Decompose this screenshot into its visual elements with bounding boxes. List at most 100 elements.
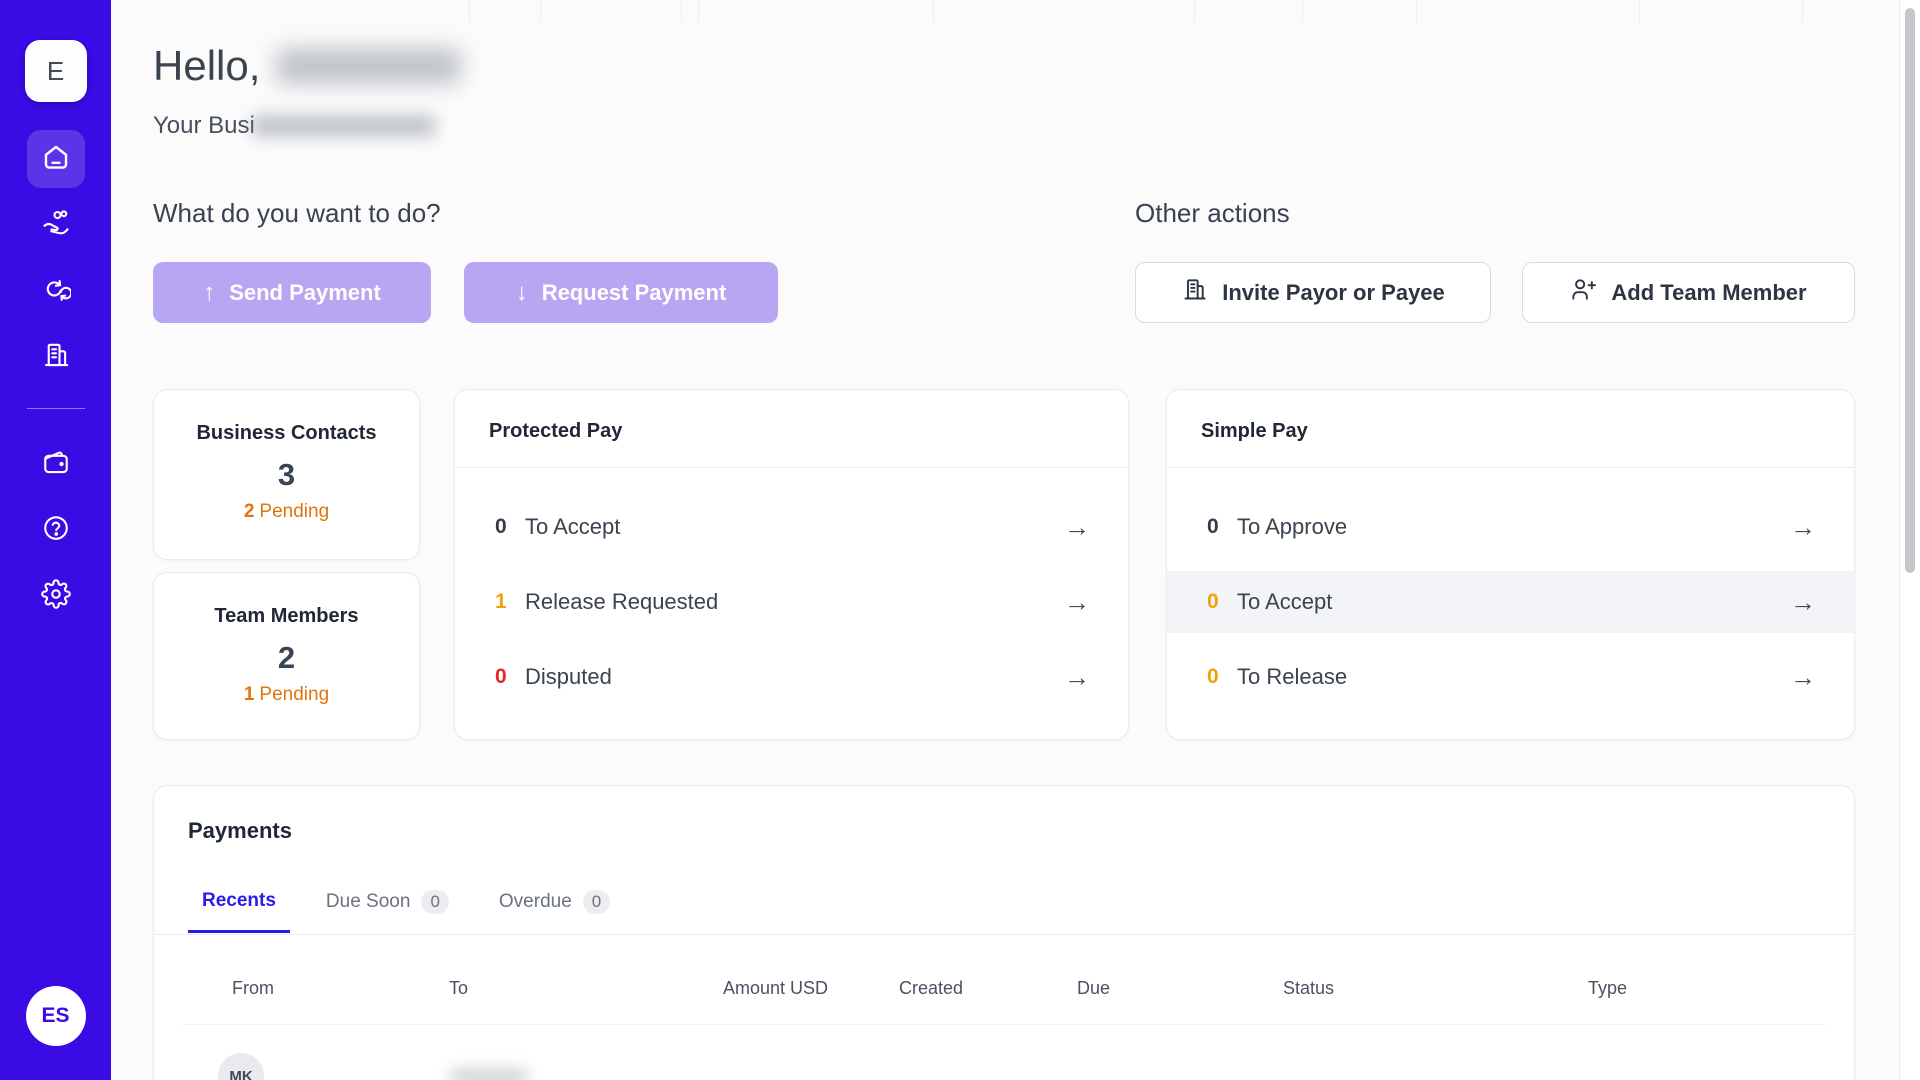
payments-title: Payments [188,818,292,844]
redacted-user-name [276,48,461,84]
row-count: 0 [495,665,525,689]
payments-tabbar: Recents Due Soon 0 Overdue 0 [154,886,1854,935]
sidebar-divider [27,408,85,409]
tab-label: Overdue [499,891,572,913]
simple-pay-card: Simple Pay 0 To Approve → 0 To Accept → … [1166,389,1855,740]
scrollbar-thumb[interactable] [1905,8,1915,573]
help-icon [41,513,71,548]
row-count: 0 [1207,665,1237,689]
simple-pay-row-to-approve[interactable]: 0 To Approve → [1167,496,1854,558]
payment-row-avatar[interactable]: MK [218,1053,264,1080]
arrow-right-icon: → [1790,662,1816,693]
user-avatar[interactable]: ES [26,986,86,1046]
sidebar-item-home[interactable] [27,130,85,188]
top-tick [933,0,934,22]
simple-pay-title: Simple Pay [1167,390,1854,443]
sidebar-item-send-money[interactable] [27,196,85,254]
column-header-to: To [449,978,468,999]
add-team-member-button[interactable]: Add Team Member [1522,262,1855,323]
protected-pay-row-to-accept[interactable]: 0 To Accept → [455,496,1128,558]
team-members-value: 2 [278,640,295,676]
redacted-payment-cell [450,1068,528,1080]
tab-badge: 0 [421,890,448,914]
column-header-type: Type [1588,978,1627,999]
dashboard-page: E [0,0,1920,1080]
row-count: 0 [1207,590,1237,614]
card-divider [455,467,1128,468]
wallet-icon [41,447,71,482]
greeting-text: Hello, [153,42,260,90]
sidebar-item-recurring[interactable] [27,262,85,320]
building-icon [41,340,71,375]
arrow-up-icon: ↑ [203,279,215,307]
business-subtitle-text: Your Busi [153,112,255,140]
column-header-from: From [232,978,274,999]
pending-count: 1 [244,684,255,705]
scrollbar-track[interactable] [1899,0,1920,1080]
protected-pay-row-release-requested[interactable]: 1 Release Requested → [455,571,1128,633]
business-contacts-pending: 2Pending [244,501,329,523]
column-header-status: Status [1283,978,1334,999]
request-payment-label: Request Payment [542,280,727,306]
team-members-card[interactable]: Team Members 2 1Pending [153,572,420,740]
sidebar-nav [27,126,85,390]
arrow-right-icon: → [1790,512,1816,543]
arrow-right-icon: → [1064,662,1090,693]
quick-actions-heading: What do you want to do? [153,198,441,229]
protected-pay-card: Protected Pay 0 To Accept → 1 Release Re… [454,389,1129,740]
sidebar-item-settings[interactable] [27,567,85,625]
send-payment-label: Send Payment [229,280,381,306]
tab-due-soon[interactable]: Due Soon 0 [312,886,463,935]
column-header-amount: Amount USD [723,978,828,999]
business-contacts-title: Business Contacts [196,422,376,445]
home-icon [41,142,71,177]
top-tick [681,0,682,22]
row-label: To Accept [525,514,620,540]
top-tick [469,0,470,22]
payments-card: Payments Recents Due Soon 0 Overdue 0 Fr… [153,785,1855,1080]
recurring-payments-icon [41,274,71,309]
settings-gear-icon [41,579,71,614]
sidebar: E [0,0,111,1080]
row-label: To Accept [1237,589,1332,615]
redacted-business-name [251,115,436,137]
tab-recents[interactable]: Recents [188,886,290,933]
protected-pay-row-disputed[interactable]: 0 Disputed → [455,646,1128,708]
invite-payor-payee-label: Invite Payor or Payee [1222,280,1445,306]
pending-count: 2 [244,501,255,522]
column-header-created: Created [899,978,963,999]
other-actions-heading: Other actions [1135,198,1290,229]
building-icon [1181,276,1208,309]
sidebar-item-company[interactable] [27,328,85,386]
simple-pay-row-to-release[interactable]: 0 To Release → [1167,646,1854,708]
arrow-right-icon: → [1064,512,1090,543]
tab-label: Recents [202,890,276,912]
top-tick [1302,0,1303,22]
top-tick [1639,0,1640,22]
business-contacts-card[interactable]: Business Contacts 3 2Pending [153,389,420,560]
arrow-right-icon: → [1790,587,1816,618]
business-contacts-value: 3 [278,457,295,493]
payments-table-header: From To Amount USD Created Due Status Ty… [154,978,1854,1004]
row-label: Release Requested [525,589,718,615]
table-header-divider [182,1024,1826,1025]
card-divider [1167,467,1854,468]
user-plus-icon [1570,276,1597,309]
tab-overdue[interactable]: Overdue 0 [485,886,624,935]
send-payment-button[interactable]: ↑ Send Payment [153,262,431,323]
protected-pay-rows: 0 To Accept → 1 Release Requested → 0 Di… [455,496,1128,708]
column-header-due: Due [1077,978,1110,999]
hand-coins-icon [41,208,71,243]
arrow-right-icon: → [1064,587,1090,618]
sidebar-item-help[interactable] [27,501,85,559]
invite-payor-payee-button[interactable]: Invite Payor or Payee [1135,262,1491,323]
top-tick [1416,0,1417,22]
team-members-title: Team Members [214,605,358,628]
arrow-down-icon: ↓ [516,279,528,307]
request-payment-button[interactable]: ↓ Request Payment [464,262,778,323]
pending-label: Pending [259,501,329,522]
greeting-heading: Hello, [153,42,461,90]
sidebar-item-wallet[interactable] [27,435,85,493]
app-logo[interactable]: E [25,40,87,102]
simple-pay-row-to-accept[interactable]: 0 To Accept → [1167,571,1854,633]
